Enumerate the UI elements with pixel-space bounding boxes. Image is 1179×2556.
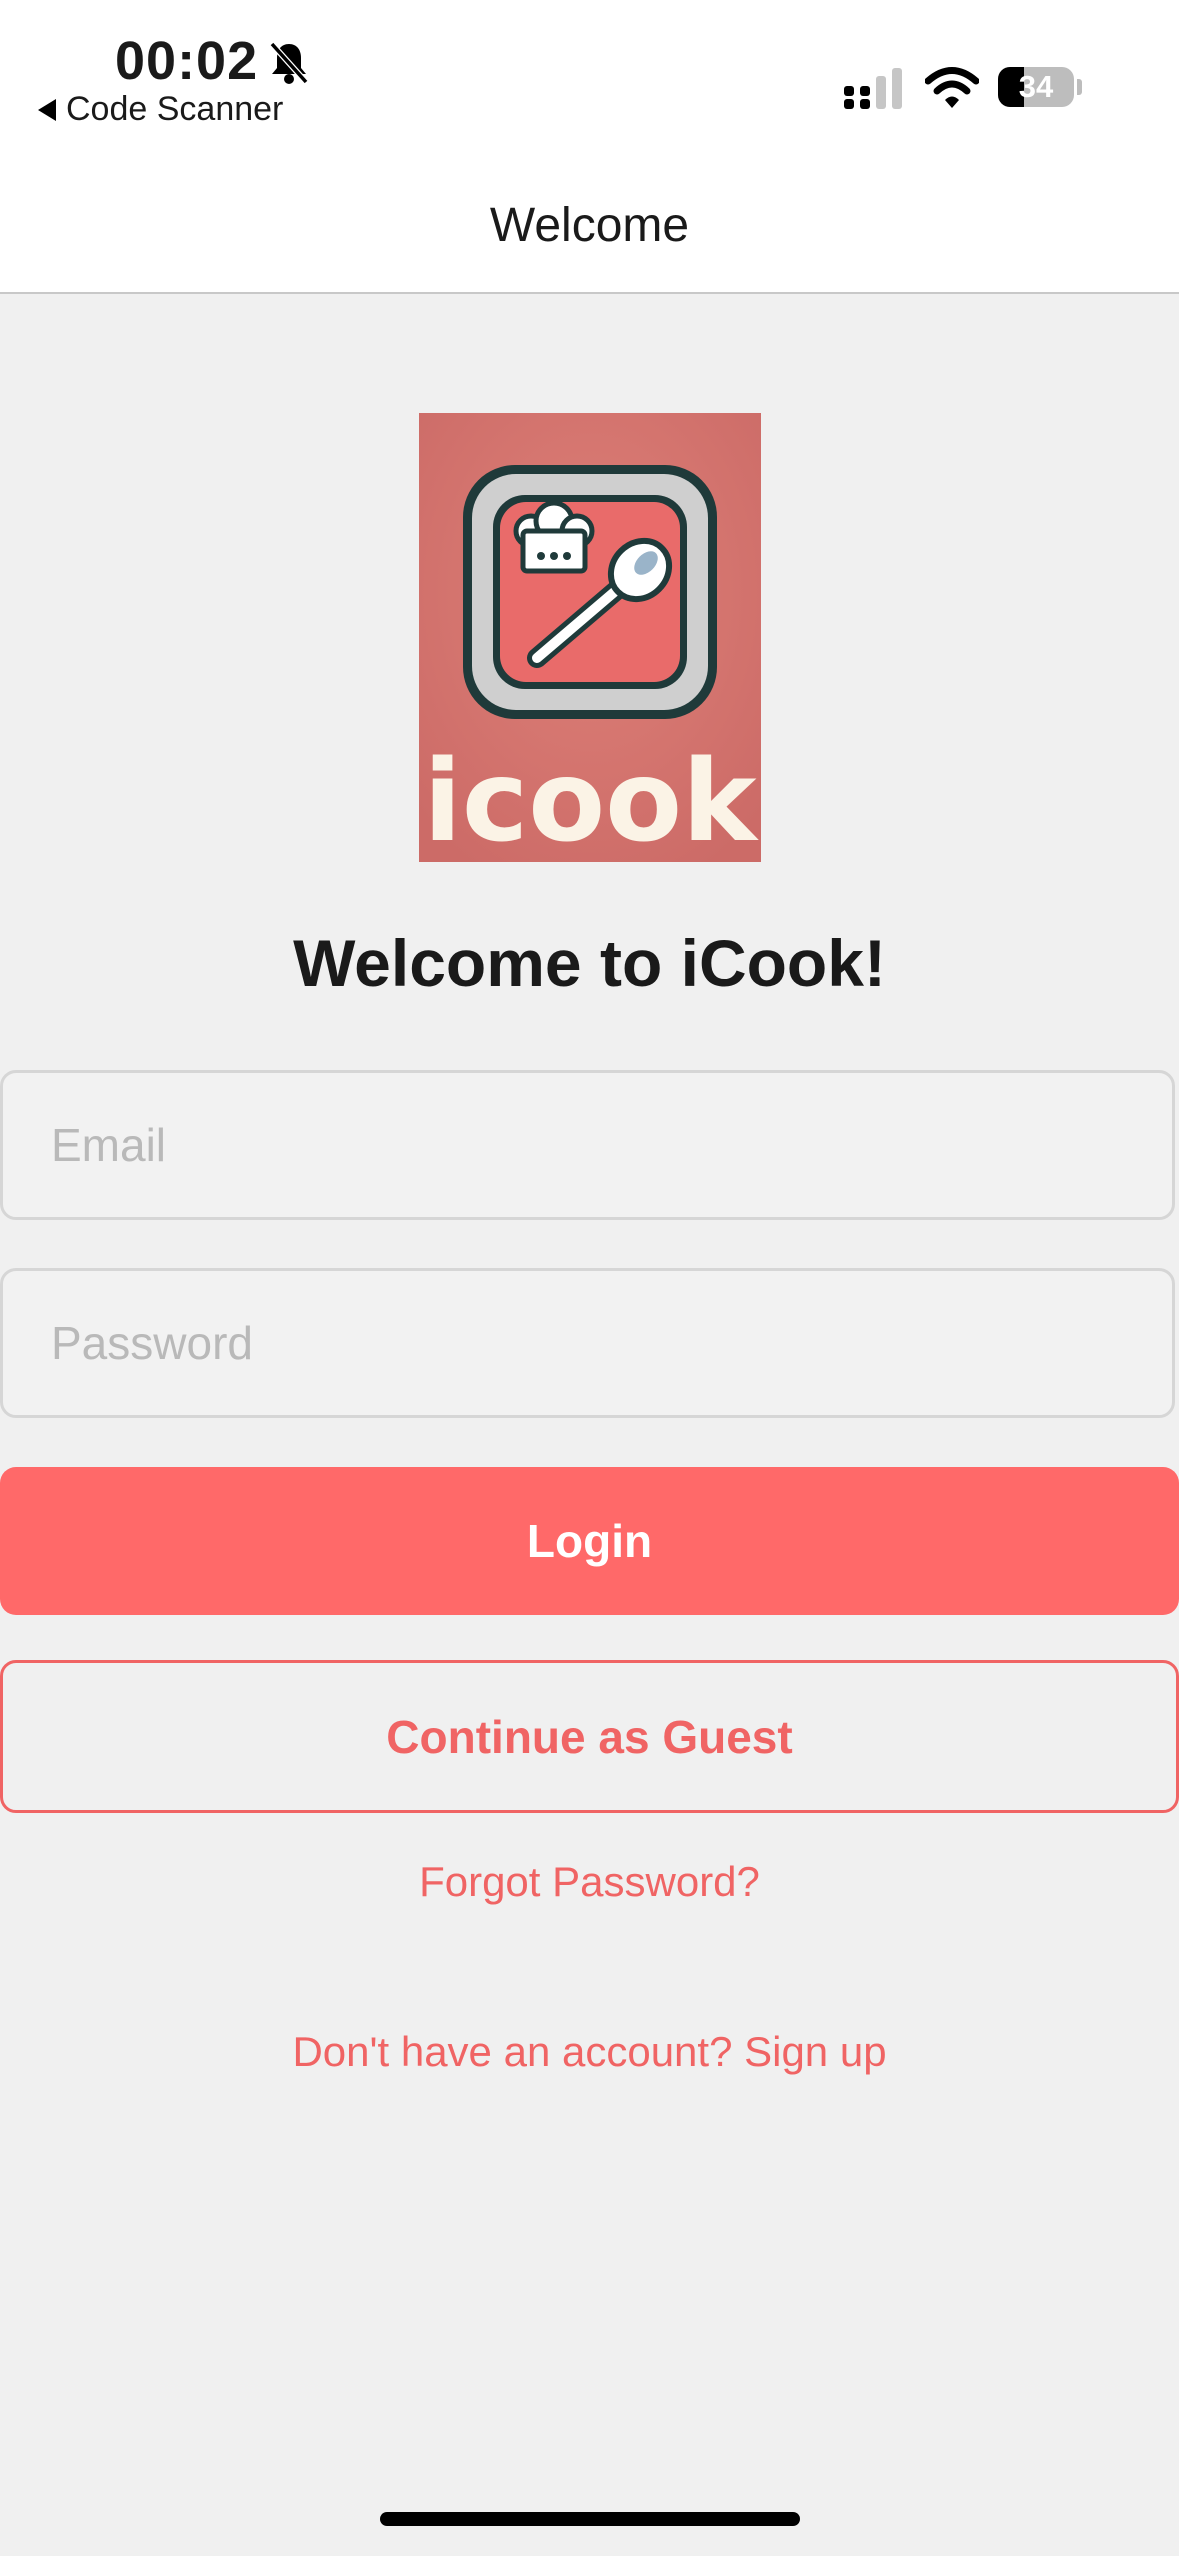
login-button[interactable]: Login bbox=[0, 1467, 1179, 1615]
battery-tip bbox=[1077, 79, 1082, 95]
back-app-label: Code Scanner bbox=[66, 90, 284, 128]
nav-title: Welcome bbox=[489, 199, 690, 252]
login-button-label: Login bbox=[526, 1515, 653, 1567]
continue-as-guest-label: Continue as Guest bbox=[386, 1710, 793, 1763]
forgot-password-link[interactable]: Forgot Password? bbox=[0, 1858, 1179, 1906]
navigation-bar: Welcome bbox=[0, 170, 1179, 294]
cellular-signal-icon bbox=[844, 68, 902, 109]
continue-as-guest-button[interactable]: Continue as Guest bbox=[0, 1660, 1179, 1813]
logo-wordmark: icook bbox=[423, 737, 759, 862]
back-triangle-icon bbox=[38, 98, 56, 121]
battery-icon: 34 bbox=[998, 67, 1074, 107]
battery-level-text: 34 bbox=[1018, 69, 1054, 104]
back-to-app-button[interactable]: Code Scanner bbox=[38, 90, 283, 129]
password-input[interactable] bbox=[0, 1268, 1175, 1418]
wifi-icon bbox=[925, 67, 979, 108]
icook-logo: icook bbox=[419, 413, 761, 862]
sign-up-link[interactable]: Don't have an account? Sign up bbox=[0, 2028, 1179, 2076]
bell-slash-icon bbox=[269, 41, 309, 85]
status-time: 00:02 bbox=[115, 31, 259, 91]
welcome-headline: Welcome to iCook! bbox=[293, 926, 886, 1000]
home-indicator[interactable] bbox=[380, 2512, 800, 2526]
status-bar: 00:02 Code Scanner 34 bbox=[0, 0, 1179, 170]
email-input[interactable] bbox=[0, 1070, 1175, 1220]
